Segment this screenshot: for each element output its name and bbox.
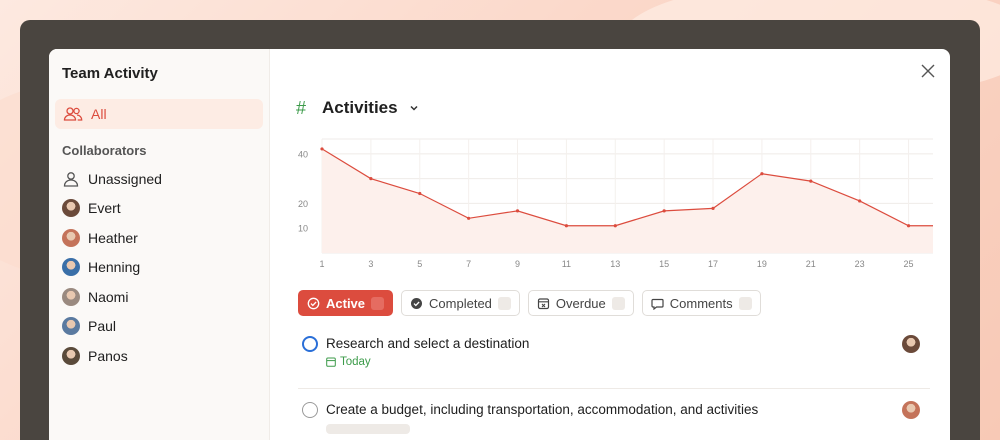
page-header: # Activities bbox=[296, 97, 950, 119]
y-tick-label: 20 bbox=[298, 199, 308, 209]
avatar bbox=[62, 228, 80, 247]
data-point bbox=[662, 209, 666, 213]
sidebar-title: Team Activity bbox=[62, 65, 158, 82]
x-tick-label: 17 bbox=[708, 259, 718, 269]
data-point bbox=[467, 216, 471, 220]
filter-completed[interactable]: Completed bbox=[401, 290, 520, 316]
sidebar-item-collaborator[interactable]: Paul bbox=[55, 312, 263, 342]
data-point bbox=[369, 177, 373, 181]
task-row[interactable]: Create a budget, including transportatio… bbox=[298, 389, 930, 440]
due-date-label: Today bbox=[340, 356, 371, 368]
collaborator-name: Henning bbox=[88, 259, 141, 276]
collaborator-name: Panos bbox=[88, 347, 128, 364]
task-title[interactable]: Create a budget, including transportatio… bbox=[326, 402, 930, 418]
filter-count-badge bbox=[497, 296, 511, 310]
x-tick-label: 9 bbox=[515, 259, 520, 269]
sidebar-item-collaborator[interactable]: Naomi bbox=[55, 282, 263, 312]
main-panel: # Activities 10 20 40 1 3 5 7 9 11 13 15 17 19 21 23 25… bbox=[270, 49, 950, 440]
x-tick-label: 23 bbox=[855, 259, 865, 269]
data-point bbox=[711, 206, 715, 210]
x-tick-label: 5 bbox=[417, 259, 422, 269]
avatar bbox=[62, 287, 80, 306]
calendar-x-icon bbox=[537, 297, 550, 309]
placeholder-skeleton bbox=[326, 424, 410, 434]
filter-count-badge bbox=[738, 296, 752, 310]
filter-overdue[interactable]: Overdue bbox=[527, 290, 634, 316]
data-point bbox=[564, 224, 568, 228]
due-date: Today bbox=[326, 356, 930, 368]
task-checkbox[interactable] bbox=[302, 336, 318, 352]
sidebar-item-collaborator[interactable]: Evert bbox=[55, 194, 263, 224]
filter-label: Active bbox=[326, 295, 366, 311]
data-point bbox=[906, 224, 911, 228]
collaborator-name: Evert bbox=[88, 200, 121, 217]
series-area bbox=[322, 148, 933, 253]
hash-icon: # bbox=[296, 97, 307, 118]
x-tick-label: 3 bbox=[368, 259, 373, 269]
activity-chart: 1020401 3 5 7 9 11 13 15 17 19 21 23 25 bbox=[298, 138, 933, 269]
collaborators-heading: Collaborators bbox=[62, 143, 147, 158]
data-point bbox=[320, 147, 324, 151]
x-tick-label: 21 bbox=[806, 259, 816, 269]
filter-count-badge bbox=[371, 296, 385, 310]
task-checkbox[interactable] bbox=[302, 402, 318, 418]
circle-check-icon bbox=[307, 297, 320, 309]
x-tick-label: 7 bbox=[466, 259, 471, 269]
filter-label: Overdue bbox=[555, 295, 606, 311]
team-activity-modal: Team Activity All Collaborators Unassign… bbox=[49, 49, 950, 440]
data-point bbox=[613, 224, 617, 228]
sidebar-item-collaborator[interactable]: Henning bbox=[55, 253, 263, 283]
filter-comments[interactable]: Comments bbox=[641, 290, 761, 316]
people-icon bbox=[63, 107, 83, 121]
x-tick-label: 15 bbox=[659, 259, 669, 269]
comment-icon bbox=[651, 298, 664, 310]
x-tick-label: 13 bbox=[610, 259, 620, 269]
y-tick-label: 40 bbox=[298, 149, 308, 159]
avatar bbox=[62, 317, 80, 336]
collaborator-name: Naomi bbox=[88, 288, 129, 305]
chevron-down-icon[interactable] bbox=[408, 102, 420, 114]
x-tick-label: 19 bbox=[757, 259, 767, 269]
assignee-avatar[interactable] bbox=[902, 335, 920, 353]
collaborator-name: Paul bbox=[88, 318, 117, 335]
filter-label: Completed bbox=[429, 295, 492, 311]
sidebar-item-collaborator[interactable]: Heather bbox=[55, 223, 263, 253]
calendar-icon bbox=[326, 357, 336, 367]
filter-bar: Active Completed Overdue Comments bbox=[298, 290, 761, 316]
y-tick-label: 10 bbox=[298, 224, 308, 234]
filter-count-badge bbox=[611, 296, 625, 310]
avatar bbox=[62, 346, 80, 365]
collaborator-name: Unassigned bbox=[88, 170, 162, 187]
data-point bbox=[809, 179, 813, 183]
avatar bbox=[62, 258, 80, 277]
check-circle-filled-icon bbox=[411, 297, 423, 309]
task-row[interactable]: Research and select a destination Today bbox=[298, 330, 930, 389]
filter-label: Comments bbox=[669, 295, 733, 311]
data-point bbox=[858, 199, 862, 203]
data-point bbox=[418, 191, 422, 196]
filter-active[interactable]: Active bbox=[298, 290, 394, 316]
sidebar-item-collaborator[interactable]: Unassigned bbox=[55, 164, 263, 194]
sidebar: Team Activity All Collaborators Unassign… bbox=[49, 49, 270, 440]
close-icon[interactable] bbox=[920, 63, 936, 79]
x-tick-label: 1 bbox=[319, 259, 324, 269]
data-point bbox=[515, 209, 520, 213]
avatar bbox=[62, 199, 80, 218]
sidebar-item-all[interactable]: All bbox=[55, 99, 263, 129]
collaborator-name: Heather bbox=[88, 229, 138, 246]
assignee-avatar[interactable] bbox=[902, 401, 920, 419]
sidebar-item-collaborator[interactable]: Panos bbox=[55, 341, 263, 371]
x-tick-label: 25 bbox=[904, 259, 914, 269]
person-outline-icon bbox=[63, 171, 79, 187]
task-list: Research and select a destination Today Cr… bbox=[298, 330, 930, 440]
x-tick-label: 11 bbox=[562, 259, 571, 269]
page-title[interactable]: Activities bbox=[322, 98, 398, 118]
sidebar-item-label: All bbox=[91, 106, 107, 122]
data-point bbox=[760, 172, 764, 176]
task-title[interactable]: Research and select a destination bbox=[326, 336, 930, 352]
